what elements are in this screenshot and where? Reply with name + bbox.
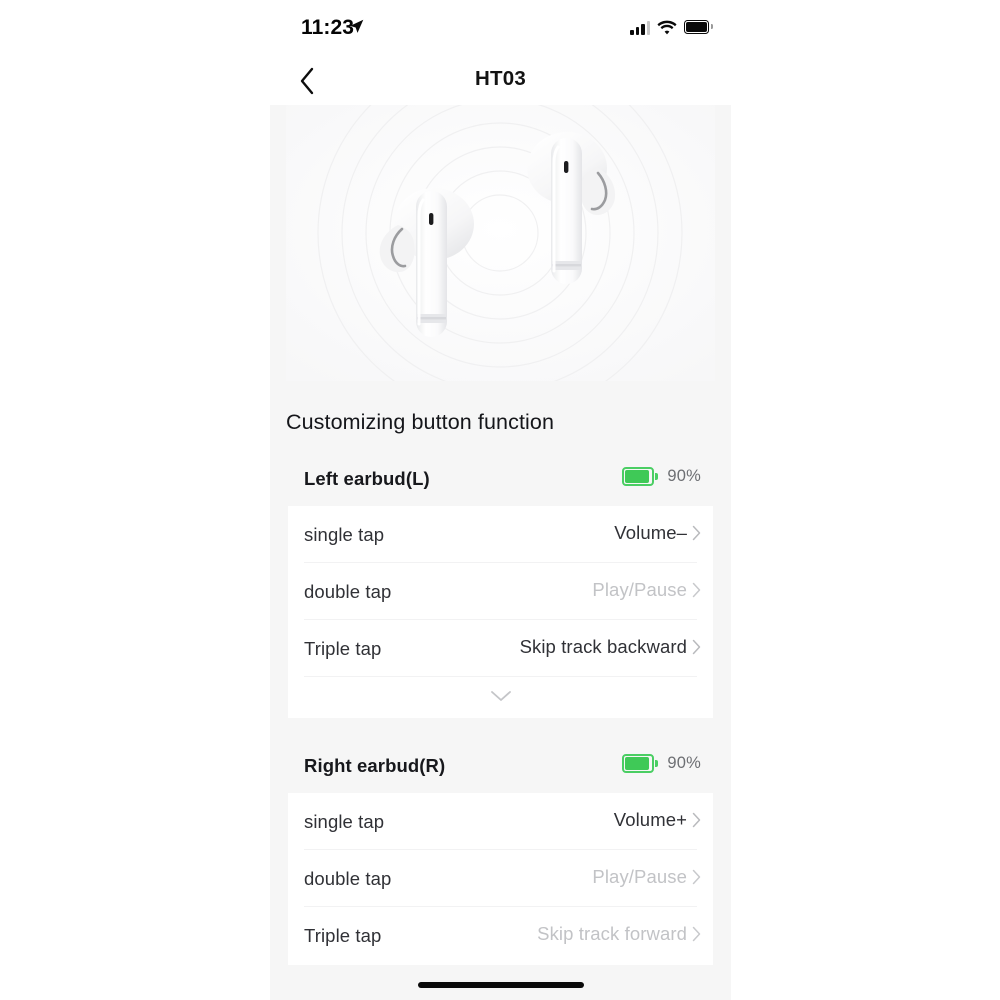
expand-more-button[interactable] <box>288 677 713 715</box>
chevron-right-icon <box>692 525 701 541</box>
right-earbud-battery-percent: 90% <box>667 754 701 772</box>
gesture-label: single tap <box>304 524 385 545</box>
chevron-right-icon <box>692 812 701 828</box>
location-arrow-icon <box>350 19 364 33</box>
home-indicator[interactable] <box>417 982 584 988</box>
earbuds-illustration <box>286 105 715 381</box>
gesture-value: Volume– <box>614 522 687 543</box>
status-bar: 11:23 <box>270 0 731 56</box>
table-row[interactable]: double tap Play/Pause <box>288 850 713 907</box>
gesture-action[interactable]: Play/Pause <box>592 579 701 601</box>
status-bar-time: 11:23 <box>301 16 355 39</box>
right-earbud-battery: 90% <box>622 754 701 773</box>
chevron-right-icon <box>692 869 701 885</box>
right-earbud-label: Right earbud(R) <box>304 755 446 776</box>
gesture-action[interactable]: Volume– <box>614 522 701 544</box>
gesture-label: double tap <box>304 581 392 602</box>
table-row[interactable]: Triple tap Skip track forward <box>288 907 713 964</box>
right-earbud-card: single tap Volume+ double tap Play/Pause <box>288 793 713 965</box>
section-header-left-earbud: Left earbud(L) 90% <box>270 453 731 506</box>
wifi-icon <box>657 20 677 34</box>
table-row[interactable]: Triple tap Skip track backward <box>288 620 713 677</box>
chevron-right-icon <box>692 639 701 655</box>
chevron-right-icon <box>692 926 701 942</box>
cellular-signal-icon <box>630 20 650 35</box>
gesture-value: Volume+ <box>613 809 687 830</box>
gesture-value: Skip track backward <box>519 636 687 657</box>
left-earbud-card: single tap Volume– double tap Play/Pause <box>288 506 713 718</box>
left-earbud-battery: 90% <box>622 467 701 486</box>
table-row[interactable]: single tap Volume– <box>288 506 713 563</box>
table-row[interactable]: double tap Play/Pause <box>288 563 713 620</box>
left-earbud-battery-percent: 90% <box>667 467 701 485</box>
gesture-label: Triple tap <box>304 638 382 659</box>
gesture-action[interactable]: Play/Pause <box>592 866 701 888</box>
status-bar-indicators <box>630 17 713 37</box>
gesture-label: single tap <box>304 811 385 832</box>
left-earbud-label: Left earbud(L) <box>304 468 430 489</box>
gesture-label: Triple tap <box>304 925 382 946</box>
app-root: 11:23 HT03 Customizing button function L… <box>0 0 1000 1000</box>
product-image <box>286 105 715 381</box>
page-title: HT03 <box>475 67 526 90</box>
gesture-label: double tap <box>304 868 392 889</box>
battery-icon <box>622 754 658 773</box>
gesture-action[interactable]: Skip track backward <box>520 636 701 658</box>
navigation-bar: HT03 <box>270 56 731 105</box>
section-header-right-earbud: Right earbud(R) 90% <box>270 740 731 793</box>
chevron-right-icon <box>692 582 701 598</box>
gesture-value: Skip track forward <box>537 923 687 944</box>
gesture-action[interactable]: Skip track forward <box>537 923 701 945</box>
chevron-down-icon <box>490 691 511 701</box>
gesture-action[interactable]: Volume+ <box>614 809 701 831</box>
gesture-value: Play/Pause <box>592 579 687 600</box>
phone-screen: 11:23 HT03 Customizing button function L… <box>270 0 731 1000</box>
battery-full-icon <box>684 19 713 35</box>
gesture-value: Play/Pause <box>592 866 687 887</box>
table-row[interactable]: single tap Volume+ <box>288 793 713 850</box>
content-heading: Customizing button function <box>286 410 555 434</box>
battery-icon <box>622 467 658 486</box>
